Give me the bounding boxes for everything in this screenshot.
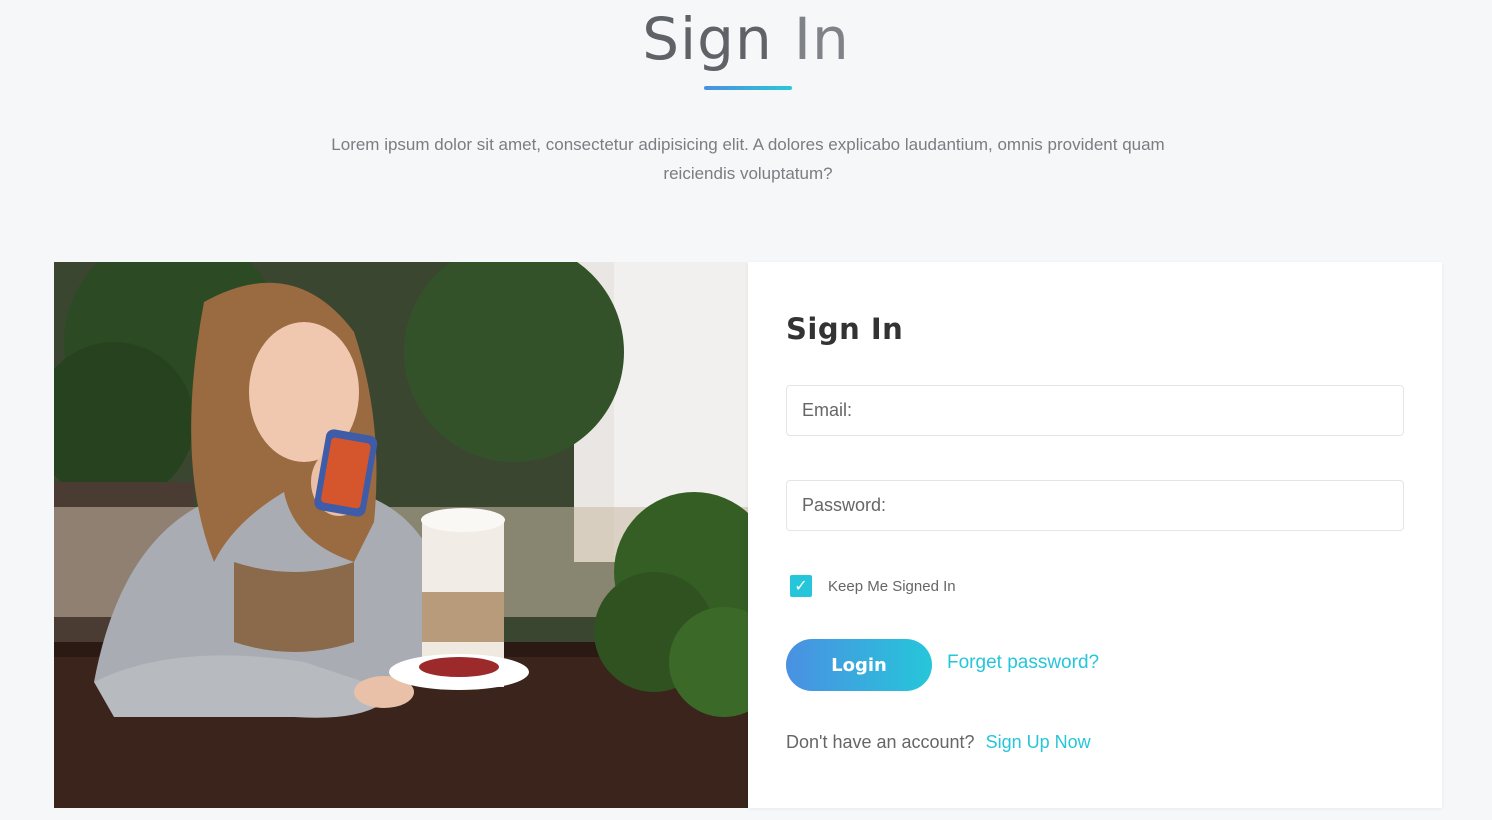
login-button[interactable]: Login [786,639,932,691]
page-title: Sign In [0,4,1492,74]
signup-link[interactable]: Sign Up Now [986,732,1091,752]
check-icon: ✓ [794,578,808,595]
hero-photo [54,262,748,808]
signup-prompt-line: Don't have an account? Sign Up Now [786,732,1091,753]
sign-in-page: Sign In Lorem ipsum dolor sit amet, cons… [0,0,1492,820]
page-title-word-2: In [793,5,850,73]
form-title: Sign In [786,312,904,346]
email-field[interactable] [786,385,1404,436]
page-title-word-1: Sign [642,5,773,73]
intro-text: Lorem ipsum dolor sit amet, consectetur … [331,135,1165,183]
keep-signed-in-option[interactable]: ✓ Keep Me Signed In [790,575,956,597]
signup-prompt: Don't have an account? [786,732,975,752]
keep-signed-in-label: Keep Me Signed In [828,577,956,595]
woman-with-phone-photo [54,262,748,808]
forgot-password-link[interactable]: Forget password? [947,652,1099,674]
keep-signed-in-checkbox[interactable]: ✓ [790,575,812,597]
password-field[interactable] [786,480,1404,531]
sign-in-card: Sign In ✓ Keep Me Signed In Login Forget… [748,262,1442,808]
title-underline [704,86,792,90]
